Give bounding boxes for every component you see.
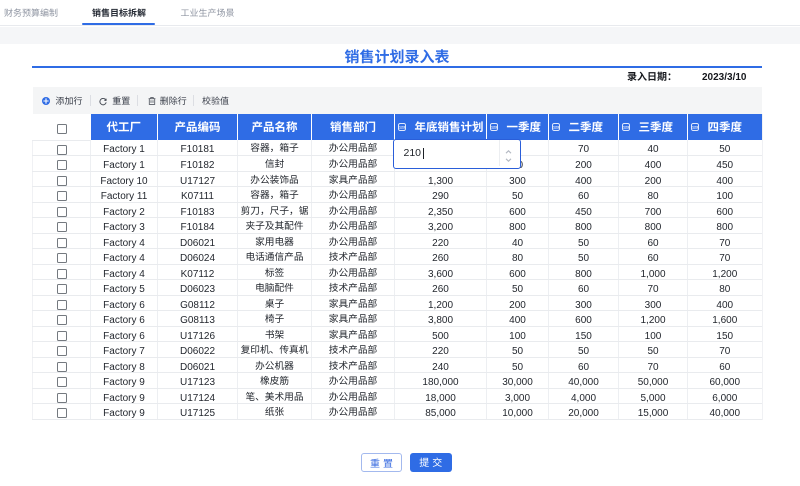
svg-text:123: 123 [553, 126, 559, 130]
svg-text:123: 123 [399, 126, 405, 130]
svg-text:123: 123 [491, 126, 497, 130]
svg-text:123: 123 [692, 126, 698, 130]
svg-text:123: 123 [623, 126, 629, 130]
